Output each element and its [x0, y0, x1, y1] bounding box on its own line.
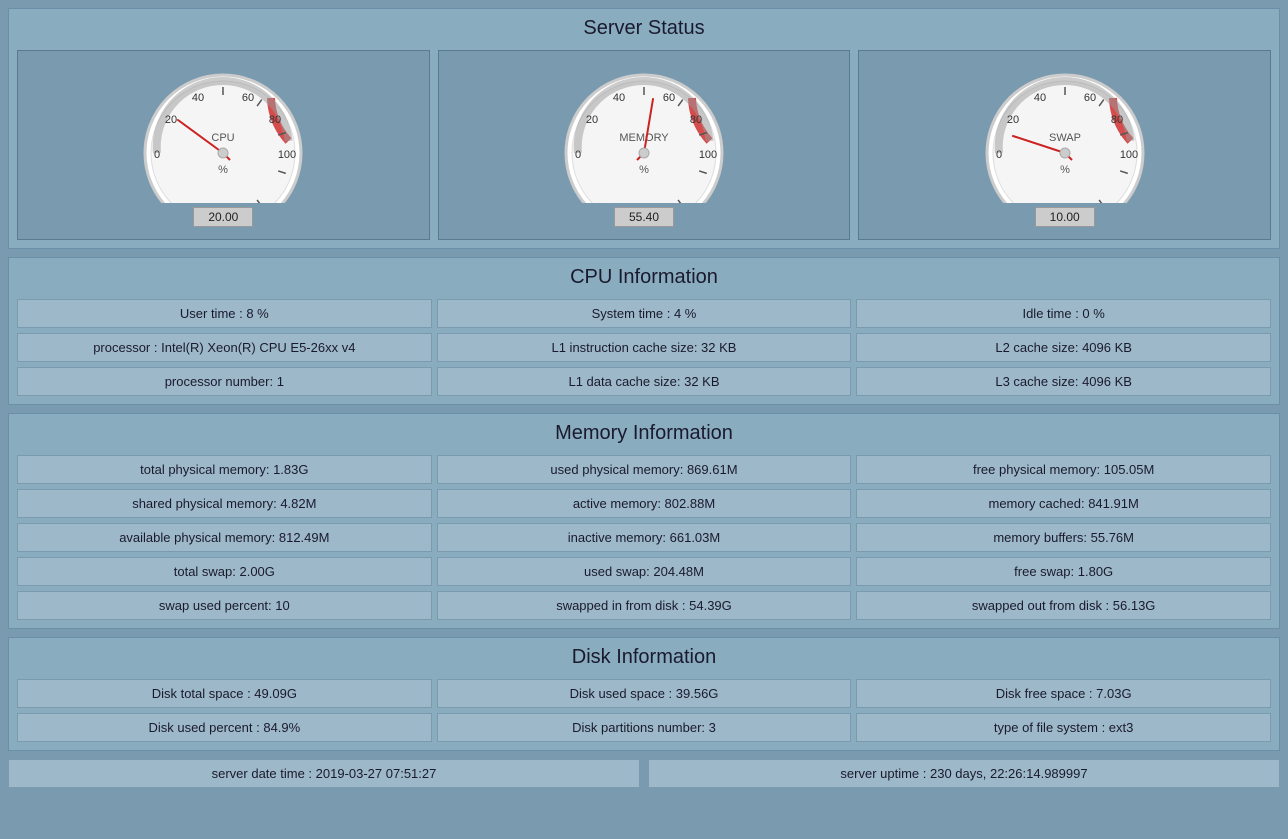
disk-info-cell: Disk partitions number: 3 — [437, 713, 852, 742]
cpu-info-grid: User time : 8 %System time : 4 %Idle tim… — [17, 299, 1271, 396]
server-status-section: Server Status — [8, 8, 1280, 249]
disk-info-cell: Disk used space : 39.56G — [437, 679, 852, 708]
cpu-info-cell: Idle time : 0 % — [856, 299, 1271, 328]
cpu-info-cell: processor number: 1 — [17, 367, 432, 396]
svg-text:0: 0 — [996, 149, 1002, 161]
svg-text:80: 80 — [269, 114, 281, 126]
memory-info-cell: swapped out from disk : 56.13G — [856, 591, 1271, 620]
disk-section-title: Disk Information — [17, 646, 1271, 669]
disk-info-cell: Disk used percent : 84.9% — [17, 713, 432, 742]
cpu-value: 20.00 — [193, 207, 253, 227]
memory-section: Memory Information total physical memory… — [8, 413, 1280, 629]
svg-text:100: 100 — [699, 149, 717, 161]
svg-text:40: 40 — [192, 92, 204, 104]
swap-gauge-svg: 0 20 40 60 80 100 % SWAP — [975, 63, 1155, 203]
server-uptime: server uptime : 230 days, 22:26:14.98999… — [648, 759, 1280, 788]
memory-gauge: 0 20 40 60 80 100 % MEMORY — [554, 63, 734, 227]
swap-gauge-panel: 0 20 40 60 80 100 % SWAP — [858, 50, 1271, 240]
svg-text:20: 20 — [1007, 114, 1019, 126]
memory-value: 55.40 — [614, 207, 674, 227]
disk-info-grid: Disk total space : 49.09GDisk used space… — [17, 679, 1271, 742]
svg-text:20: 20 — [586, 114, 598, 126]
svg-text:MEMORY: MEMORY — [619, 132, 669, 144]
memory-info-cell: free physical memory: 105.05M — [856, 455, 1271, 484]
svg-text:100: 100 — [1119, 149, 1137, 161]
cpu-info-cell: L1 instruction cache size: 32 KB — [437, 333, 852, 362]
memory-info-cell: used swap: 204.48M — [437, 557, 852, 586]
cpu-section-title: CPU Information — [17, 266, 1271, 289]
disk-info-cell: Disk free space : 7.03G — [856, 679, 1271, 708]
memory-info-cell: free swap: 1.80G — [856, 557, 1271, 586]
svg-text:%: % — [1060, 164, 1070, 176]
memory-info-cell: active memory: 802.88M — [437, 489, 852, 518]
svg-text:100: 100 — [278, 149, 296, 161]
svg-text:0: 0 — [154, 149, 160, 161]
svg-text:40: 40 — [613, 92, 625, 104]
memory-info-cell: used physical memory: 869.61M — [437, 455, 852, 484]
disk-section: Disk Information Disk total space : 49.0… — [8, 637, 1280, 751]
svg-text:80: 80 — [1111, 114, 1123, 126]
memory-gauge-panel: 0 20 40 60 80 100 % MEMORY — [438, 50, 851, 240]
memory-info-cell: shared physical memory: 4.82M — [17, 489, 432, 518]
cpu-info-cell: L1 data cache size: 32 KB — [437, 367, 852, 396]
cpu-section: CPU Information User time : 8 %System ti… — [8, 257, 1280, 405]
svg-text:0: 0 — [575, 149, 581, 161]
memory-info-cell: swap used percent: 10 — [17, 591, 432, 620]
svg-text:SWAP: SWAP — [1049, 132, 1081, 144]
cpu-gauge-svg: 0 20 40 60 80 100 % CPU — [133, 63, 313, 203]
page-title: Server Status — [17, 17, 1271, 40]
memory-info-cell: swapped in from disk : 54.39G — [437, 591, 852, 620]
cpu-info-cell: processor : Intel(R) Xeon(R) CPU E5-26xx… — [17, 333, 432, 362]
cpu-gauge: 0 20 40 60 80 100 % CPU — [133, 63, 313, 227]
cpu-info-cell: User time : 8 % — [17, 299, 432, 328]
svg-text:%: % — [218, 164, 228, 176]
cpu-info-cell: L3 cache size: 4096 KB — [856, 367, 1271, 396]
swap-value: 10.00 — [1035, 207, 1095, 227]
server-datetime: server date time : 2019-03-27 07:51:27 — [8, 759, 640, 788]
cpu-info-cell: L2 cache size: 4096 KB — [856, 333, 1271, 362]
memory-info-cell: memory buffers: 55.76M — [856, 523, 1271, 552]
memory-section-title: Memory Information — [17, 422, 1271, 445]
memory-info-cell: memory cached: 841.91M — [856, 489, 1271, 518]
svg-text:CPU: CPU — [212, 132, 235, 144]
svg-text:60: 60 — [1084, 92, 1096, 104]
svg-text:60: 60 — [663, 92, 675, 104]
svg-text:%: % — [639, 164, 649, 176]
memory-info-cell: total physical memory: 1.83G — [17, 455, 432, 484]
svg-text:20: 20 — [165, 114, 177, 126]
memory-info-cell: available physical memory: 812.49M — [17, 523, 432, 552]
memory-gauge-svg: 0 20 40 60 80 100 % MEMORY — [554, 63, 734, 203]
disk-info-cell: type of file system : ext3 — [856, 713, 1271, 742]
swap-gauge: 0 20 40 60 80 100 % SWAP — [975, 63, 1155, 227]
status-bar: server date time : 2019-03-27 07:51:27 s… — [8, 759, 1280, 788]
memory-info-cell: inactive memory: 661.03M — [437, 523, 852, 552]
cpu-gauge-panel: 0 20 40 60 80 100 % CPU — [17, 50, 430, 240]
svg-text:40: 40 — [1034, 92, 1046, 104]
cpu-info-cell: System time : 4 % — [437, 299, 852, 328]
memory-info-cell: total swap: 2.00G — [17, 557, 432, 586]
disk-info-cell: Disk total space : 49.09G — [17, 679, 432, 708]
svg-text:80: 80 — [690, 114, 702, 126]
memory-info-grid: total physical memory: 1.83Gused physica… — [17, 455, 1271, 620]
gauge-row: 0 20 40 60 80 100 % CPU — [17, 50, 1271, 240]
svg-text:60: 60 — [242, 92, 254, 104]
